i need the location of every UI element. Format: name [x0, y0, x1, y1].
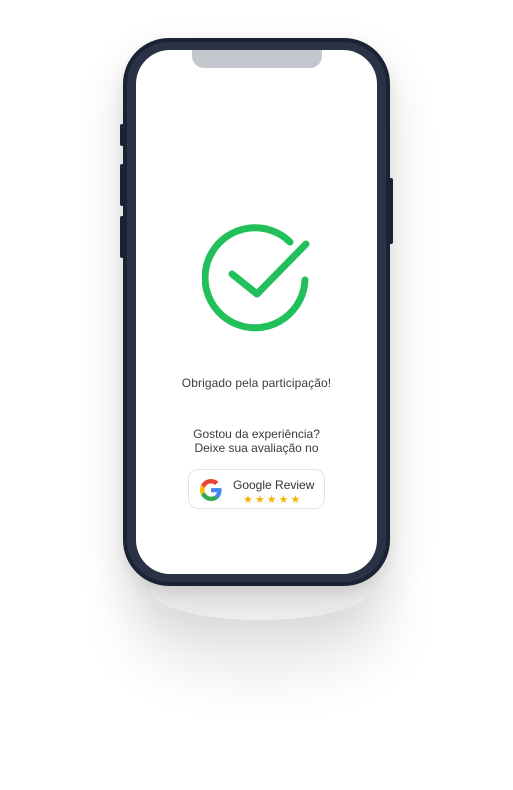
thank-you-message: Obrigado pela participação!: [181, 376, 332, 390]
phone-mockup: Obrigado pela participação! Gostou da ex…: [120, 38, 393, 586]
review-prompt-line-1: Gostou da experiência?: [193, 427, 320, 441]
review-prompt: Gostou da experiência? Deixe sua avaliaç…: [136, 427, 377, 455]
phone-screen: Obrigado pela participação! Gostou da ex…: [136, 50, 377, 574]
stage: Obrigado pela participação! Gostou da ex…: [0, 0, 513, 790]
volume-down-button: [120, 216, 124, 258]
rating-stars: ★★★★★: [243, 494, 303, 506]
google-logo-icon: [200, 479, 222, 501]
review-prompt-line-2: Deixe sua avaliação no: [194, 441, 319, 455]
check-circle-icon: [202, 224, 310, 332]
google-review-button[interactable]: Google Review ★★★★★: [188, 469, 325, 509]
mute-switch: [120, 124, 124, 146]
google-review-label: Google Review: [233, 478, 315, 492]
phone-notch: [192, 50, 322, 68]
power-button: [389, 178, 393, 244]
volume-up-button: [120, 164, 124, 206]
